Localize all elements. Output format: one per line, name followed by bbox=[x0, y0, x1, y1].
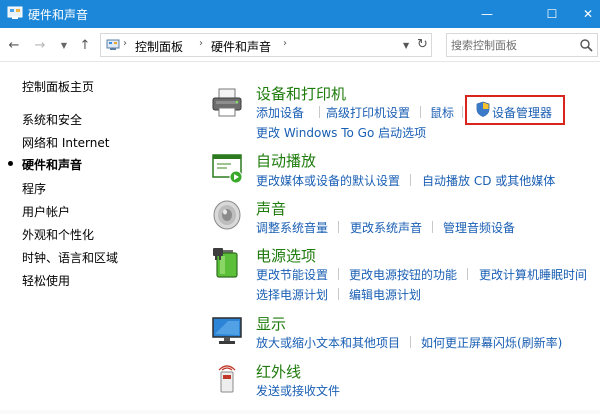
category-title-autoplay[interactable]: 自动播放 bbox=[256, 150, 316, 171]
category-title-infrared[interactable]: 红外线 bbox=[256, 361, 301, 382]
current-item-bullet bbox=[8, 161, 13, 166]
address-row: ← → ▼ ↑ › 控制面板 › 硬件和声音 › ▼ ↻ bbox=[0, 28, 600, 62]
search-icon[interactable] bbox=[579, 38, 593, 52]
chevron-down-icon: ▼ bbox=[60, 40, 68, 50]
category-title-devices-printers[interactable]: 设备和打印机 bbox=[256, 83, 346, 104]
link-separator bbox=[410, 174, 411, 186]
address-dropdown-icon[interactable]: ▼ bbox=[403, 41, 409, 50]
arrow-left-icon: ← bbox=[8, 37, 20, 53]
link-send-receive-files[interactable]: 发送或接收文件 bbox=[256, 382, 340, 399]
sidebar: 控制面板主页 系统和安全 网络和 Internet 硬件和声音 程序 用户帐户 … bbox=[0, 62, 190, 414]
arrow-up-icon: ↑ bbox=[79, 37, 91, 53]
autoplay-icon[interactable] bbox=[210, 151, 244, 185]
link-choose-power-plan[interactable]: 选择电源计划 bbox=[256, 286, 328, 303]
link-separator bbox=[432, 221, 433, 233]
breadcrumb-separator: › bbox=[283, 38, 287, 49]
speaker-icon[interactable] bbox=[210, 198, 244, 232]
sidebar-item-control-panel-home[interactable]: 控制面板主页 bbox=[22, 78, 94, 95]
sidebar-item-programs[interactable]: 程序 bbox=[22, 180, 46, 197]
battery-icon[interactable] bbox=[210, 246, 244, 280]
window-bottom-edge bbox=[0, 410, 600, 414]
close-button[interactable]: ✕ bbox=[576, 0, 600, 28]
link-advanced-printer-setup[interactable]: 高级打印机设置 bbox=[326, 104, 410, 121]
link-separator bbox=[462, 106, 463, 118]
category-title-power-options[interactable]: 电源选项 bbox=[256, 245, 316, 266]
sidebar-item-ease-of-access[interactable]: 轻松使用 bbox=[22, 272, 70, 289]
link-power-button-behavior[interactable]: 更改电源按钮的功能 bbox=[349, 266, 457, 283]
minimize-button[interactable]: — bbox=[465, 0, 509, 28]
link-change-sleep-time[interactable]: 更改计算机睡眠时间 bbox=[479, 266, 587, 283]
link-separator bbox=[338, 268, 339, 280]
forward-button[interactable]: → bbox=[32, 37, 48, 53]
link-autoplay-cd[interactable]: 自动播放 CD 或其他媒体 bbox=[422, 172, 555, 189]
sidebar-item-network-internet[interactable]: 网络和 Internet bbox=[22, 134, 109, 151]
sidebar-item-system-security[interactable]: 系统和安全 bbox=[22, 111, 82, 128]
recent-locations-button[interactable]: ▼ bbox=[56, 37, 72, 53]
close-icon: ✕ bbox=[582, 7, 594, 21]
control-panel-app-icon bbox=[7, 6, 23, 19]
link-adjust-volume[interactable]: 调整系统音量 bbox=[256, 219, 328, 236]
link-fix-screen-flicker[interactable]: 如何更正屏幕闪烁(刷新率) bbox=[421, 334, 562, 351]
category-title-sound[interactable]: 声音 bbox=[256, 198, 286, 219]
uac-shield-icon bbox=[476, 101, 490, 117]
link-separator bbox=[338, 288, 339, 300]
arrow-right-icon: → bbox=[34, 37, 46, 53]
link-change-system-sounds[interactable]: 更改系统声音 bbox=[350, 219, 422, 236]
link-separator bbox=[420, 106, 421, 118]
sidebar-item-hardware-sound: 硬件和声音 bbox=[22, 158, 83, 172]
category-title-display[interactable]: 显示 bbox=[256, 313, 286, 334]
breadcrumb-hardware-and-sound[interactable]: 硬件和声音 bbox=[211, 38, 271, 55]
link-add-device[interactable]: 添加设备 bbox=[256, 104, 304, 121]
back-button[interactable]: ← bbox=[6, 37, 22, 53]
infrared-icon[interactable] bbox=[210, 362, 244, 396]
control-panel-icon bbox=[106, 39, 120, 50]
breadcrumb-separator: › bbox=[123, 38, 127, 49]
link-mouse[interactable]: 鼠标 bbox=[430, 104, 454, 121]
refresh-icon[interactable]: ↻ bbox=[417, 37, 428, 52]
maximize-button[interactable]: ☐ bbox=[530, 0, 574, 28]
link-change-power-saving[interactable]: 更改节能设置 bbox=[256, 266, 328, 283]
link-change-media-defaults[interactable]: 更改媒体或设备的默认设置 bbox=[256, 172, 400, 189]
address-bar[interactable]: › 控制面板 › 硬件和声音 › ▼ ↻ bbox=[100, 33, 432, 57]
minimize-icon: — bbox=[481, 7, 493, 21]
up-button[interactable]: ↑ bbox=[77, 37, 93, 53]
search-box[interactable] bbox=[446, 33, 598, 57]
maximize-icon: ☐ bbox=[546, 7, 558, 21]
sidebar-item-appearance[interactable]: 外观和个性化 bbox=[22, 226, 94, 243]
sidebar-item-clock-language-region[interactable]: 时钟、语言和区域 bbox=[22, 249, 118, 266]
link-separator bbox=[467, 268, 468, 280]
printer-icon[interactable] bbox=[210, 86, 244, 120]
link-manage-audio-devices[interactable]: 管理音频设备 bbox=[443, 219, 515, 236]
link-separator bbox=[319, 106, 320, 118]
monitor-icon[interactable] bbox=[210, 314, 244, 348]
window-title: 硬件和声音 bbox=[28, 8, 89, 22]
sidebar-item-user-accounts[interactable]: 用户帐户 bbox=[22, 203, 70, 220]
link-separator bbox=[410, 336, 411, 348]
search-input[interactable] bbox=[451, 37, 573, 53]
link-edit-power-plan[interactable]: 编辑电源计划 bbox=[349, 286, 421, 303]
title-bar: 硬件和声音 — ☐ ✕ bbox=[0, 0, 600, 28]
link-resize-text[interactable]: 放大或缩小文本和其他项目 bbox=[256, 334, 400, 351]
breadcrumb-separator: › bbox=[199, 38, 203, 49]
breadcrumb-control-panel[interactable]: 控制面板 bbox=[135, 38, 183, 55]
link-device-manager[interactable]: 设备管理器 bbox=[492, 104, 552, 121]
link-windows-to-go-startup[interactable]: 更改 Windows To Go 启动选项 bbox=[256, 124, 426, 141]
link-separator bbox=[338, 221, 339, 233]
